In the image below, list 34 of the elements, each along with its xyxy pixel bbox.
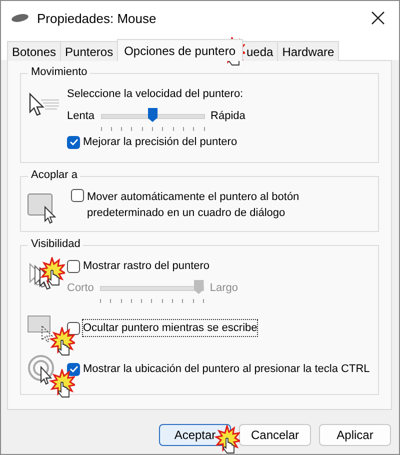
checkbox[interactable] xyxy=(67,362,80,376)
slider-max-label: Largo xyxy=(210,281,238,296)
checkbox[interactable] xyxy=(67,322,80,334)
tab[interactable]: Opciones de puntero xyxy=(117,39,242,61)
group-title: Acoplar a xyxy=(28,169,80,181)
checkbox-label: Mostrar la ubicación del puntero al presionar la tecla CTRL xyxy=(83,362,370,377)
mouse-icon xyxy=(11,13,29,23)
slider-min-label: Corto xyxy=(67,281,94,296)
click-marker-icon xyxy=(49,327,75,357)
dialog-button[interactable]: Aplicar xyxy=(319,424,391,446)
click-marker-icon xyxy=(49,369,75,399)
checkbox-label: Mover automáticamente el puntero al botón predeterminado en un cuadro de diálogo xyxy=(87,190,300,221)
close-icon[interactable] xyxy=(371,11,385,25)
tab[interactable]: ueda xyxy=(242,41,278,61)
checkbox[interactable] xyxy=(71,189,84,202)
click-marker-icon xyxy=(214,425,240,454)
speed-slider[interactable] xyxy=(100,108,205,132)
slider-min-label: Lenta xyxy=(67,109,95,124)
group-title: Visibilidad xyxy=(28,238,84,250)
tab[interactable]: Botones xyxy=(7,41,62,61)
click-marker-icon xyxy=(39,257,65,287)
tab[interactable]: Punteros xyxy=(60,41,118,61)
speed-prompt: Seleccione la velocidad del puntero: xyxy=(67,87,244,102)
slider-thumb[interactable] xyxy=(148,108,158,122)
checkbox[interactable] xyxy=(67,260,80,272)
checkbox-label: Mejorar la precisión del puntero xyxy=(83,135,238,150)
checkbox[interactable] xyxy=(67,136,80,148)
checkbox-label: Ocultar puntero mientras se escribe xyxy=(83,320,258,336)
checkbox-label: Mostrar rastro del puntero xyxy=(83,259,210,274)
window-title: Propiedades: Mouse xyxy=(37,10,158,26)
slider-max-label: Rápida xyxy=(210,109,246,124)
group-title: Movimiento xyxy=(28,66,90,78)
dialog-button[interactable]: Cancelar xyxy=(239,424,311,446)
tab[interactable]: Hardware xyxy=(277,41,340,61)
